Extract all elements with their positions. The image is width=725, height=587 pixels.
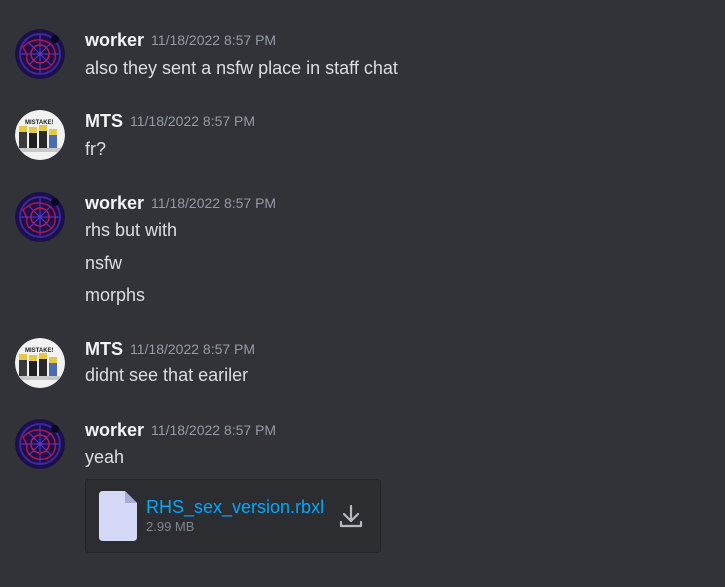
message-text: nsfw [85,253,123,273]
avatar[interactable] [15,192,65,242]
avatar[interactable] [15,419,65,469]
avatar[interactable] [15,29,65,79]
message-text: yeah [85,447,125,467]
timestamp: 11/18/2022 8:57 PM [130,341,256,357]
username[interactable]: worker [85,30,144,50]
message-header: worker 11/18/2022 8:57 PM [85,419,276,441]
chat-message-list: worker 11/18/2022 8:57 PM also they sent … [0,0,725,587]
avatar[interactable]: MISTAKE! [15,110,65,160]
message-header: MTS 11/18/2022 8:57 PM [85,338,255,360]
message-text: also they sent a nsfw place in staff cha… [85,58,398,78]
username[interactable]: worker [85,193,144,213]
timestamp: 11/18/2022 8:57 PM [151,32,277,48]
username[interactable]: MTS [85,111,123,131]
file-size: 2.99 MB [146,519,195,534]
message-header: MTS 11/18/2022 8:57 PM [85,110,255,132]
username[interactable]: MTS [85,339,123,359]
message-text: fr? [85,139,107,159]
message-header: worker 11/18/2022 8:57 PM [85,29,276,51]
message-text: didnt see that eariler [85,365,249,385]
message-text: morphs [85,285,146,305]
message-header: worker 11/18/2022 8:57 PM [85,192,276,214]
username[interactable]: worker [85,420,144,440]
message-text: rhs but with [85,220,178,240]
timestamp: 11/18/2022 8:57 PM [151,422,277,438]
download-icon[interactable] [339,504,363,535]
timestamp: 11/18/2022 8:57 PM [151,195,277,211]
timestamp: 11/18/2022 8:57 PM [130,113,256,129]
avatar[interactable]: MISTAKE! [15,338,65,388]
file-icon [99,491,137,546]
file-attachment: RHS_sex_version.rbxl 2.99 MB [85,479,381,553]
file-name-link[interactable]: RHS_sex_version.rbxl [146,496,324,518]
